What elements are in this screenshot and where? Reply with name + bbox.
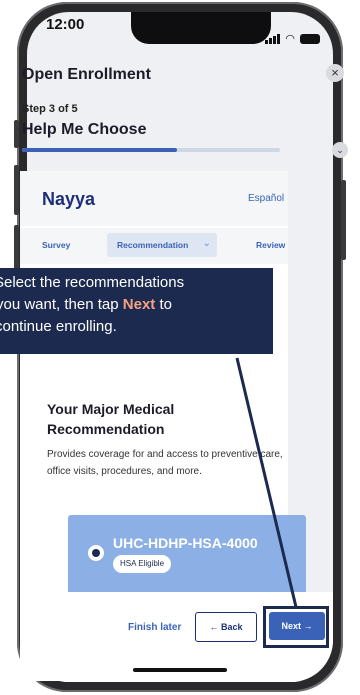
section-title: Help Me Choose <box>22 121 147 138</box>
notch <box>131 12 271 44</box>
recommendation-title-line-2: Recommendation <box>47 421 165 437</box>
tab-recommendation-label: Recommendation <box>117 240 189 250</box>
coach-tooltip: Select the recommendations you want, the… <box>0 268 273 354</box>
close-icon[interactable]: × <box>326 64 344 82</box>
tooltip-line-2-suffix: to <box>155 296 172 313</box>
power-button <box>341 180 346 260</box>
finish-later-link[interactable]: Finish later <box>128 622 181 633</box>
home-indicator <box>133 668 227 672</box>
hsa-eligible-badge: HSA Eligible <box>113 555 172 573</box>
next-button[interactable]: Next → <box>269 612 325 640</box>
side-button-left <box>14 120 19 148</box>
chevron-down-icon[interactable]: ⌄ <box>332 142 348 158</box>
battery-icon <box>300 33 320 44</box>
chevron-down-icon: ⌄ <box>203 238 211 248</box>
step-indicator: Step 3 of 5 <box>22 103 78 115</box>
nayya-logo: Nayya <box>42 189 96 209</box>
tooltip-line-2-prefix: you want, then tap <box>0 296 123 313</box>
tooltip-line-1: Select the recommendations <box>0 274 185 291</box>
back-button[interactable]: ← Back <box>195 612 257 642</box>
tab-recommendation[interactable]: Recommendation ⌄ <box>107 233 217 257</box>
status-icons: ◠ <box>265 32 320 45</box>
volume-up-button <box>14 165 19 215</box>
tooltip-next-highlight: Next <box>122 296 156 313</box>
language-toggle[interactable]: Español <box>248 193 288 204</box>
page-title: Open Enrollment <box>22 66 151 83</box>
tab-survey[interactable]: Survey <box>42 240 70 250</box>
recommendation-title: Your Major Medical Recommendation <box>47 399 247 439</box>
wifi-icon: ◠ <box>285 33 295 45</box>
nayya-header: Nayya Español <box>20 171 288 226</box>
plan-radio[interactable] <box>88 545 104 561</box>
progress-fill <box>22 148 177 152</box>
tab-review[interactable]: Review <box>256 240 285 250</box>
recommendation-description: Provides coverage for and access to prev… <box>47 449 283 477</box>
status-time: 12:00 <box>46 16 85 33</box>
recommendation-title-line-1: Your Major Medical <box>47 401 175 417</box>
progress-bar <box>22 148 280 152</box>
plan-name: UHC-HDHP-HSA-4000 <box>113 535 258 551</box>
step-tabs: Survey Recommendation ⌄ Review <box>20 228 288 264</box>
tooltip-line-3: continue enrolling. <box>0 318 117 335</box>
tooltip-line-2: you want, then tap Next to <box>0 294 273 316</box>
